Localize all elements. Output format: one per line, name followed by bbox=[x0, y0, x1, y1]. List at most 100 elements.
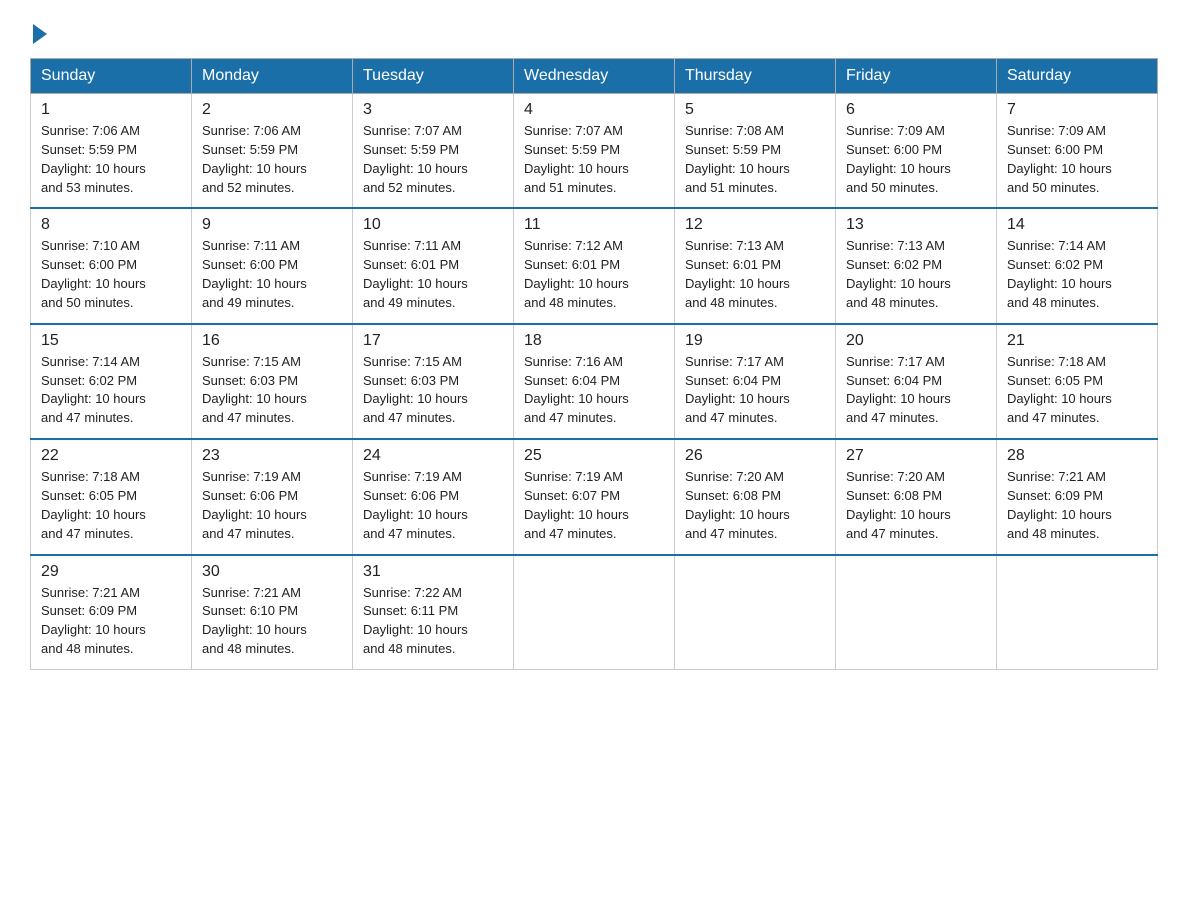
day-info: Sunrise: 7:11 AM Sunset: 6:00 PM Dayligh… bbox=[202, 237, 342, 312]
page-header bbox=[30, 20, 1158, 40]
calendar-cell bbox=[997, 555, 1158, 670]
day-info: Sunrise: 7:12 AM Sunset: 6:01 PM Dayligh… bbox=[524, 237, 664, 312]
day-info: Sunrise: 7:14 AM Sunset: 6:02 PM Dayligh… bbox=[41, 353, 181, 428]
day-number: 13 bbox=[846, 216, 986, 234]
day-info: Sunrise: 7:17 AM Sunset: 6:04 PM Dayligh… bbox=[846, 353, 986, 428]
day-info: Sunrise: 7:13 AM Sunset: 6:02 PM Dayligh… bbox=[846, 237, 986, 312]
calendar-cell: 25 Sunrise: 7:19 AM Sunset: 6:07 PM Dayl… bbox=[514, 439, 675, 554]
calendar-cell: 17 Sunrise: 7:15 AM Sunset: 6:03 PM Dayl… bbox=[353, 324, 514, 439]
day-info: Sunrise: 7:09 AM Sunset: 6:00 PM Dayligh… bbox=[1007, 122, 1147, 197]
calendar-cell: 26 Sunrise: 7:20 AM Sunset: 6:08 PM Dayl… bbox=[675, 439, 836, 554]
day-info: Sunrise: 7:10 AM Sunset: 6:00 PM Dayligh… bbox=[41, 237, 181, 312]
day-info: Sunrise: 7:20 AM Sunset: 6:08 PM Dayligh… bbox=[846, 468, 986, 543]
calendar-day-header: Tuesday bbox=[353, 59, 514, 94]
day-number: 23 bbox=[202, 447, 342, 465]
logo-arrow-icon bbox=[33, 24, 47, 44]
day-number: 18 bbox=[524, 332, 664, 350]
day-number: 22 bbox=[41, 447, 181, 465]
calendar-day-header: Thursday bbox=[675, 59, 836, 94]
calendar-cell: 4 Sunrise: 7:07 AM Sunset: 5:59 PM Dayli… bbox=[514, 94, 675, 209]
day-info: Sunrise: 7:21 AM Sunset: 6:10 PM Dayligh… bbox=[202, 584, 342, 659]
day-info: Sunrise: 7:21 AM Sunset: 6:09 PM Dayligh… bbox=[1007, 468, 1147, 543]
calendar-week-row: 15 Sunrise: 7:14 AM Sunset: 6:02 PM Dayl… bbox=[31, 324, 1158, 439]
day-number: 16 bbox=[202, 332, 342, 350]
calendar-cell: 23 Sunrise: 7:19 AM Sunset: 6:06 PM Dayl… bbox=[192, 439, 353, 554]
day-info: Sunrise: 7:18 AM Sunset: 6:05 PM Dayligh… bbox=[1007, 353, 1147, 428]
day-number: 19 bbox=[685, 332, 825, 350]
calendar-cell: 12 Sunrise: 7:13 AM Sunset: 6:01 PM Dayl… bbox=[675, 208, 836, 323]
day-info: Sunrise: 7:19 AM Sunset: 6:06 PM Dayligh… bbox=[363, 468, 503, 543]
calendar-cell: 9 Sunrise: 7:11 AM Sunset: 6:00 PM Dayli… bbox=[192, 208, 353, 323]
day-info: Sunrise: 7:20 AM Sunset: 6:08 PM Dayligh… bbox=[685, 468, 825, 543]
calendar-cell: 2 Sunrise: 7:06 AM Sunset: 5:59 PM Dayli… bbox=[192, 94, 353, 209]
day-number: 11 bbox=[524, 216, 664, 234]
calendar-week-row: 22 Sunrise: 7:18 AM Sunset: 6:05 PM Dayl… bbox=[31, 439, 1158, 554]
day-number: 9 bbox=[202, 216, 342, 234]
day-number: 24 bbox=[363, 447, 503, 465]
calendar-table: SundayMondayTuesdayWednesdayThursdayFrid… bbox=[30, 58, 1158, 670]
day-info: Sunrise: 7:07 AM Sunset: 5:59 PM Dayligh… bbox=[363, 122, 503, 197]
day-info: Sunrise: 7:08 AM Sunset: 5:59 PM Dayligh… bbox=[685, 122, 825, 197]
calendar-cell: 14 Sunrise: 7:14 AM Sunset: 6:02 PM Dayl… bbox=[997, 208, 1158, 323]
calendar-header-row: SundayMondayTuesdayWednesdayThursdayFrid… bbox=[31, 59, 1158, 94]
day-number: 5 bbox=[685, 101, 825, 119]
day-info: Sunrise: 7:16 AM Sunset: 6:04 PM Dayligh… bbox=[524, 353, 664, 428]
day-number: 28 bbox=[1007, 447, 1147, 465]
day-info: Sunrise: 7:18 AM Sunset: 6:05 PM Dayligh… bbox=[41, 468, 181, 543]
calendar-cell: 1 Sunrise: 7:06 AM Sunset: 5:59 PM Dayli… bbox=[31, 94, 192, 209]
calendar-cell: 19 Sunrise: 7:17 AM Sunset: 6:04 PM Dayl… bbox=[675, 324, 836, 439]
calendar-cell: 28 Sunrise: 7:21 AM Sunset: 6:09 PM Dayl… bbox=[997, 439, 1158, 554]
calendar-cell: 13 Sunrise: 7:13 AM Sunset: 6:02 PM Dayl… bbox=[836, 208, 997, 323]
day-number: 10 bbox=[363, 216, 503, 234]
calendar-cell: 29 Sunrise: 7:21 AM Sunset: 6:09 PM Dayl… bbox=[31, 555, 192, 670]
calendar-cell: 20 Sunrise: 7:17 AM Sunset: 6:04 PM Dayl… bbox=[836, 324, 997, 439]
day-info: Sunrise: 7:14 AM Sunset: 6:02 PM Dayligh… bbox=[1007, 237, 1147, 312]
day-number: 4 bbox=[524, 101, 664, 119]
calendar-week-row: 29 Sunrise: 7:21 AM Sunset: 6:09 PM Dayl… bbox=[31, 555, 1158, 670]
calendar-week-row: 8 Sunrise: 7:10 AM Sunset: 6:00 PM Dayli… bbox=[31, 208, 1158, 323]
calendar-cell: 3 Sunrise: 7:07 AM Sunset: 5:59 PM Dayli… bbox=[353, 94, 514, 209]
calendar-cell: 15 Sunrise: 7:14 AM Sunset: 6:02 PM Dayl… bbox=[31, 324, 192, 439]
calendar-cell: 6 Sunrise: 7:09 AM Sunset: 6:00 PM Dayli… bbox=[836, 94, 997, 209]
calendar-day-header: Monday bbox=[192, 59, 353, 94]
calendar-cell: 31 Sunrise: 7:22 AM Sunset: 6:11 PM Dayl… bbox=[353, 555, 514, 670]
day-info: Sunrise: 7:09 AM Sunset: 6:00 PM Dayligh… bbox=[846, 122, 986, 197]
calendar-cell: 16 Sunrise: 7:15 AM Sunset: 6:03 PM Dayl… bbox=[192, 324, 353, 439]
day-number: 8 bbox=[41, 216, 181, 234]
day-info: Sunrise: 7:22 AM Sunset: 6:11 PM Dayligh… bbox=[363, 584, 503, 659]
day-number: 2 bbox=[202, 101, 342, 119]
calendar-day-header: Sunday bbox=[31, 59, 192, 94]
day-info: Sunrise: 7:06 AM Sunset: 5:59 PM Dayligh… bbox=[41, 122, 181, 197]
calendar-week-row: 1 Sunrise: 7:06 AM Sunset: 5:59 PM Dayli… bbox=[31, 94, 1158, 209]
day-info: Sunrise: 7:07 AM Sunset: 5:59 PM Dayligh… bbox=[524, 122, 664, 197]
calendar-cell: 7 Sunrise: 7:09 AM Sunset: 6:00 PM Dayli… bbox=[997, 94, 1158, 209]
logo-top bbox=[30, 20, 47, 44]
day-number: 27 bbox=[846, 447, 986, 465]
day-number: 6 bbox=[846, 101, 986, 119]
calendar-day-header: Saturday bbox=[997, 59, 1158, 94]
day-number: 20 bbox=[846, 332, 986, 350]
day-number: 7 bbox=[1007, 101, 1147, 119]
day-number: 12 bbox=[685, 216, 825, 234]
day-number: 30 bbox=[202, 563, 342, 581]
calendar-cell: 11 Sunrise: 7:12 AM Sunset: 6:01 PM Dayl… bbox=[514, 208, 675, 323]
calendar-cell: 27 Sunrise: 7:20 AM Sunset: 6:08 PM Dayl… bbox=[836, 439, 997, 554]
calendar-cell: 10 Sunrise: 7:11 AM Sunset: 6:01 PM Dayl… bbox=[353, 208, 514, 323]
day-number: 31 bbox=[363, 563, 503, 581]
day-number: 25 bbox=[524, 447, 664, 465]
day-number: 29 bbox=[41, 563, 181, 581]
day-info: Sunrise: 7:19 AM Sunset: 6:06 PM Dayligh… bbox=[202, 468, 342, 543]
day-number: 15 bbox=[41, 332, 181, 350]
day-info: Sunrise: 7:13 AM Sunset: 6:01 PM Dayligh… bbox=[685, 237, 825, 312]
day-info: Sunrise: 7:11 AM Sunset: 6:01 PM Dayligh… bbox=[363, 237, 503, 312]
calendar-cell bbox=[836, 555, 997, 670]
day-info: Sunrise: 7:21 AM Sunset: 6:09 PM Dayligh… bbox=[41, 584, 181, 659]
calendar-cell bbox=[675, 555, 836, 670]
calendar-cell bbox=[514, 555, 675, 670]
day-number: 26 bbox=[685, 447, 825, 465]
calendar-cell: 22 Sunrise: 7:18 AM Sunset: 6:05 PM Dayl… bbox=[31, 439, 192, 554]
day-info: Sunrise: 7:15 AM Sunset: 6:03 PM Dayligh… bbox=[202, 353, 342, 428]
calendar-day-header: Friday bbox=[836, 59, 997, 94]
calendar-cell: 18 Sunrise: 7:16 AM Sunset: 6:04 PM Dayl… bbox=[514, 324, 675, 439]
calendar-day-header: Wednesday bbox=[514, 59, 675, 94]
